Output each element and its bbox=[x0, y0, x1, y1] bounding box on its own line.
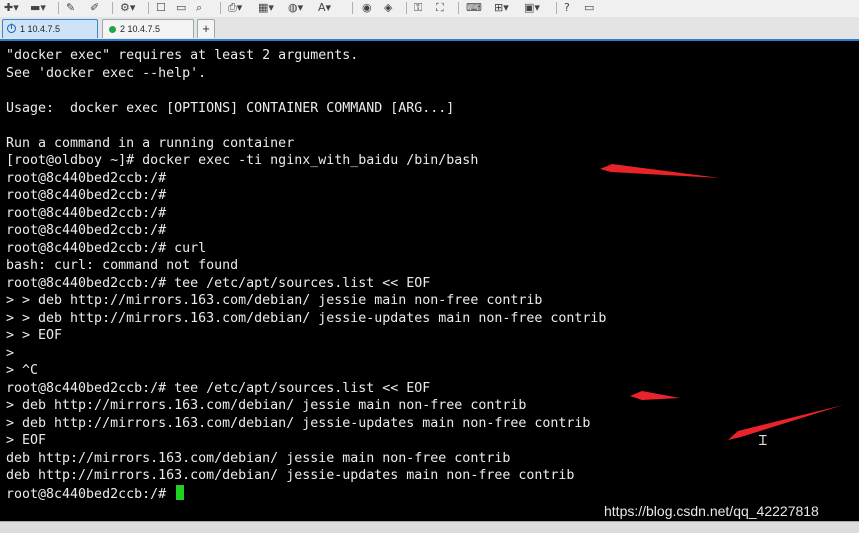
tab-session-1[interactable]: i 1 10.4.7.5 bbox=[2, 19, 98, 38]
terminal-line: > ^C bbox=[6, 363, 39, 378]
toolbar: ✚▾ ▬▾ ✎ ✐ ⚙▾ ☐ ▭ ⌕ ⎙▾ ▦▾ ◍▾ A▾ ◉ ◈ ⚿ ⛶ ⌨… bbox=[0, 0, 859, 18]
terminal-line: bash: curl: command not found bbox=[6, 258, 239, 273]
terminal-line: root@8c440bed2ccb:/# bbox=[6, 223, 167, 238]
layout-icon[interactable]: ▦▾ bbox=[258, 1, 274, 14]
toolbar-separator bbox=[406, 2, 407, 14]
open-folder-icon[interactable]: ▬▾ bbox=[30, 1, 46, 14]
terminal-line: root@8c440bed2ccb:/# bbox=[6, 170, 167, 186]
paste-icon[interactable]: ▭ bbox=[176, 1, 186, 14]
window-icon[interactable]: ▣▾ bbox=[524, 1, 540, 14]
globe-icon[interactable]: ◍▾ bbox=[288, 1, 303, 14]
comment-icon[interactable]: ▭ bbox=[584, 1, 594, 14]
tab-label: 1 10.4.7.5 bbox=[20, 24, 61, 34]
terminal-cursor bbox=[176, 484, 185, 500]
terminal-prompt-line: root@8c440bed2ccb:/# bbox=[6, 484, 185, 504]
font-icon[interactable]: A▾ bbox=[318, 1, 331, 14]
terminal-line: Run a command in a running container bbox=[6, 135, 295, 151]
tab-bar: i 1 10.4.7.5 2 10.4.7.5 + bbox=[0, 17, 859, 41]
pen-icon[interactable]: ✐ bbox=[90, 1, 99, 14]
script-icon[interactable]: ◈ bbox=[384, 1, 392, 14]
terminal-line: root@8c440bed2ccb:/# curl bbox=[6, 240, 207, 256]
toolbar-separator bbox=[556, 2, 557, 14]
tab-session-2[interactable]: 2 10.4.7.5 bbox=[102, 19, 194, 38]
terminal-line: Usage: docker exec [OPTIONS] CONTAINER C… bbox=[6, 100, 455, 116]
terminal-line: root@8c440bed2ccb:/# tee /etc/apt/source… bbox=[6, 275, 431, 291]
new-tab-button[interactable]: + bbox=[197, 19, 215, 38]
search-icon[interactable]: ⌕ bbox=[196, 1, 202, 14]
terminal-line: > > EOF bbox=[6, 328, 63, 343]
terminal-line: [root@oldboy ~]# docker exec -ti nginx_w… bbox=[6, 153, 479, 168]
toolbar-separator bbox=[148, 2, 149, 14]
add-icon[interactable]: ⊞▾ bbox=[494, 1, 509, 14]
toolbar-separator bbox=[352, 2, 353, 14]
tab-label: 2 10.4.7.5 bbox=[120, 24, 161, 34]
terminal-output[interactable]: "docker exec" requires at least 2 argume… bbox=[0, 41, 859, 521]
terminal-line: > deb http://mirrors.163.com/debian/ jes… bbox=[6, 398, 527, 413]
settings-icon[interactable]: ⚙▾ bbox=[120, 1, 135, 14]
terminal-line: > deb http://mirrors.163.com/debian/ jes… bbox=[6, 415, 591, 431]
terminal-line: "docker exec" requires at least 2 argume… bbox=[6, 48, 359, 63]
terminal-line: root@8c440bed2ccb:/# tee /etc/apt/source… bbox=[6, 380, 431, 396]
toolbar-separator bbox=[458, 2, 459, 14]
terminal-line: deb http://mirrors.163.com/debian/ jessi… bbox=[6, 468, 575, 483]
prompt-text: root@8c440bed2ccb:/# bbox=[6, 486, 175, 502]
terminal-line: > > deb http://mirrors.163.com/debian/ j… bbox=[6, 310, 607, 326]
new-session-icon[interactable]: ✚▾ bbox=[4, 1, 19, 14]
terminal-line: root@8c440bed2ccb:/# bbox=[6, 188, 167, 203]
terminal-line: > bbox=[6, 345, 15, 361]
edit-icon[interactable]: ✎ bbox=[66, 1, 75, 14]
print-icon[interactable]: ⎙▾ bbox=[228, 1, 242, 14]
toolbar-separator bbox=[220, 2, 221, 14]
terminal-line: See 'docker exec --help'. bbox=[6, 65, 207, 81]
watermark: https://blog.csdn.net/qq_42227818 bbox=[604, 503, 819, 519]
connected-dot-icon bbox=[109, 26, 116, 33]
transfer-icon[interactable]: ◉ bbox=[362, 1, 372, 14]
fullscreen-icon[interactable]: ⛶ bbox=[436, 1, 444, 14]
info-icon: i bbox=[7, 24, 16, 33]
lock-icon[interactable]: ⚿ bbox=[414, 1, 422, 14]
terminal-line: > EOF bbox=[6, 433, 47, 448]
copy-icon[interactable]: ☐ bbox=[156, 1, 166, 14]
terminal-line: deb http://mirrors.163.com/debian/ jessi… bbox=[6, 450, 511, 466]
status-bar bbox=[0, 521, 859, 533]
terminal-line: root@8c440bed2ccb:/# bbox=[6, 205, 167, 221]
help-icon[interactable]: ? bbox=[564, 1, 570, 14]
toolbar-separator bbox=[112, 2, 113, 14]
keyboard-icon[interactable]: ⌨ bbox=[466, 1, 482, 14]
toolbar-separator bbox=[58, 2, 59, 14]
terminal-line: > > deb http://mirrors.163.com/debian/ j… bbox=[6, 293, 543, 308]
text-cursor-icon: Ɪ bbox=[759, 433, 767, 449]
